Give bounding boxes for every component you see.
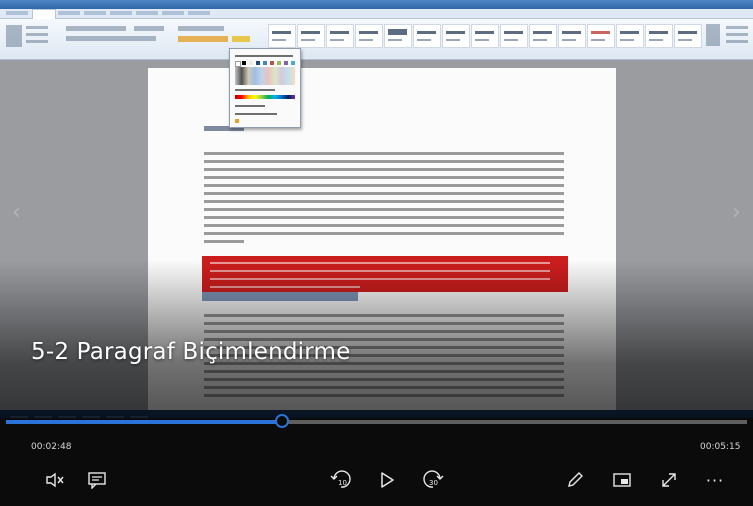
chevron-right-icon: ›: [732, 200, 741, 225]
mini-view-icon: [613, 473, 631, 487]
play-icon: [381, 472, 394, 488]
video-frame-color-palette: [229, 48, 301, 128]
mini-view-button[interactable]: [607, 466, 637, 494]
pen-icon: [568, 472, 583, 487]
more-options-button[interactable]: ···: [700, 466, 730, 494]
fullscreen-button[interactable]: [654, 466, 684, 494]
elapsed-time: 00:02:48: [31, 442, 72, 452]
chevron-left-icon: ‹: [12, 200, 21, 225]
captions-button[interactable]: [82, 466, 112, 494]
video-frame-menu-tabs: [0, 9, 753, 19]
volume-muted-icon: [46, 472, 64, 488]
video-frame-title-bar: [0, 0, 753, 9]
seek-bar-thumb[interactable]: [274, 414, 289, 428]
closed-captions-icon: [88, 472, 106, 489]
edit-button[interactable]: [560, 466, 590, 494]
skip-forward-label: 30: [429, 479, 438, 487]
fullscreen-icon: [662, 473, 676, 487]
skip-back-label: 10: [338, 479, 347, 487]
video-frame[interactable]: ‹ › 5-2 Paragraf Biçimlendirme: [0, 0, 753, 432]
video-frame-ribbon: [0, 19, 753, 60]
play-button[interactable]: [372, 466, 402, 494]
skip-back-button[interactable]: 10: [326, 466, 356, 494]
video-player: ‹ › 5-2 Paragraf Biçimlendirme 00:02:48 …: [0, 0, 753, 506]
total-time: 00:05:15: [700, 442, 741, 452]
mute-button[interactable]: [40, 466, 70, 494]
seek-bar-progress: [6, 420, 282, 424]
skip-forward-30-icon: 30: [423, 470, 444, 488]
more-options-icon: ···: [705, 470, 725, 490]
skip-forward-button[interactable]: 30: [418, 466, 448, 494]
video-title: 5-2 Paragraf Biçimlendirme: [31, 339, 351, 365]
skip-back-10-icon: 10: [330, 470, 351, 488]
